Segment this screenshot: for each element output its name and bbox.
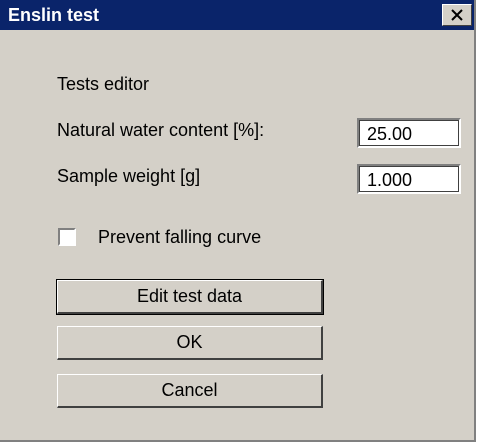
- close-button[interactable]: [442, 4, 472, 26]
- close-icon: [451, 9, 463, 21]
- water-content-input[interactable]: 25.00: [357, 118, 461, 148]
- section-heading: Tests editor: [57, 74, 150, 94]
- sample-weight-label: Sample weight [g]: [57, 166, 201, 186]
- cancel-button[interactable]: Cancel: [57, 374, 323, 408]
- edit-test-data-button[interactable]: Edit test data: [56, 279, 324, 315]
- prevent-falling-curve-checkbox[interactable]: [58, 228, 76, 246]
- window-title: Enslin test: [8, 5, 100, 25]
- water-content-label: Natural water content [%]:: [57, 120, 265, 140]
- title-bar[interactable]: Enslin test: [0, 0, 474, 30]
- ok-button[interactable]: OK: [57, 326, 323, 360]
- prevent-falling-curve-label[interactable]: Prevent falling curve: [98, 227, 261, 248]
- dialog-window: Enslin test Tests editor Natural water c…: [0, 0, 476, 442]
- sample-weight-input[interactable]: 1.000: [357, 164, 461, 194]
